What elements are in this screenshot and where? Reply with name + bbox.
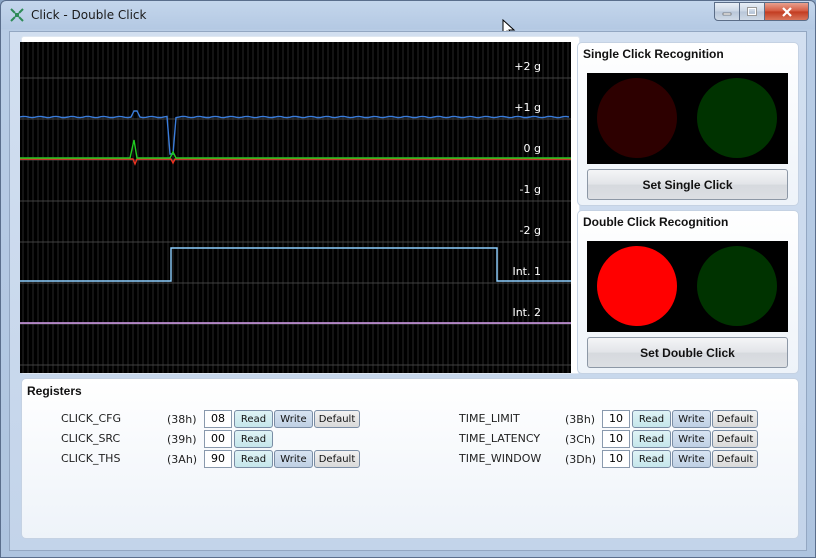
graph-canvas <box>20 42 571 373</box>
label-plus-1g: +1 g <box>514 101 541 114</box>
app-window: Click - Double Click +2 g +1 g 0 g -1 g … <box>0 0 816 558</box>
reg-name-click-cfg: CLICK_CFG <box>61 412 121 425</box>
double-click-panel: Double Click Recognition Set Double Clic… <box>577 210 799 374</box>
set-double-click-button[interactable]: Set Double Click <box>587 337 788 368</box>
default-button-time-latency[interactable]: Default <box>712 430 758 448</box>
double-click-led-green <box>697 246 777 326</box>
y-axis-trace <box>20 139 571 159</box>
write-button-time-latency[interactable]: Write <box>672 430 711 448</box>
client-area: +2 g +1 g 0 g -1 g -2 g Int. 1 Int. 2 Si… <box>9 31 807 551</box>
reg-value-time-window[interactable]: 10 <box>602 450 630 468</box>
reg-value-click-src[interactable]: 00 <box>204 430 232 448</box>
reg-name-time-window: TIME_WINDOW <box>459 452 542 465</box>
label-int2: Int. 2 <box>512 306 541 319</box>
int1-trace <box>20 247 571 282</box>
x-axis-trace <box>20 110 570 155</box>
write-button-time-limit[interactable]: Write <box>672 410 711 428</box>
reg-value-time-latency[interactable]: 10 <box>602 430 630 448</box>
write-button-click-ths[interactable]: Write <box>274 450 313 468</box>
double-click-led-box <box>587 241 788 332</box>
read-button-time-limit[interactable]: Read <box>632 410 671 428</box>
reg-value-time-limit[interactable]: 10 <box>602 410 630 428</box>
label-plus-2g: +2 g <box>514 60 541 73</box>
read-button-click-ths[interactable]: Read <box>234 450 273 468</box>
reg-name-click-src: CLICK_SRC <box>61 432 121 445</box>
label-int1: Int. 1 <box>512 265 541 278</box>
write-button-time-window[interactable]: Write <box>672 450 711 468</box>
reg-addr-time-latency: (3Ch) <box>565 433 596 446</box>
single-click-title: Single Click Recognition <box>583 47 724 61</box>
reg-addr-click-cfg: (38h) <box>167 413 197 426</box>
maximize-button[interactable] <box>740 2 765 21</box>
acceleration-graph: +2 g +1 g 0 g -1 g -2 g Int. 1 Int. 2 <box>20 42 571 373</box>
title-bar[interactable]: Click - Double Click <box>1 1 815 31</box>
reg-value-click-cfg[interactable]: 08 <box>204 410 232 428</box>
single-click-led-green <box>697 78 777 158</box>
read-button-click-src[interactable]: Read <box>234 430 273 448</box>
reg-name-time-latency: TIME_LATENCY <box>459 432 541 445</box>
single-click-led-box <box>587 73 788 164</box>
app-icon <box>10 8 24 22</box>
registers-panel: Registers CLICK_CFG (38h) 08 Read Write … <box>21 378 799 539</box>
default-button-click-cfg[interactable]: Default <box>314 410 360 428</box>
default-button-time-limit[interactable]: Default <box>712 410 758 428</box>
reg-addr-click-src: (39h) <box>167 433 197 446</box>
registers-title: Registers <box>27 384 82 398</box>
write-button-click-cfg[interactable]: Write <box>274 410 313 428</box>
read-button-click-cfg[interactable]: Read <box>234 410 273 428</box>
default-button-time-window[interactable]: Default <box>712 450 758 468</box>
read-button-time-window[interactable]: Read <box>632 450 671 468</box>
reg-addr-click-ths: (3Ah) <box>167 453 198 466</box>
set-single-click-button[interactable]: Set Single Click <box>587 169 788 200</box>
label-minus-1g: -1 g <box>519 183 541 196</box>
default-button-click-ths[interactable]: Default <box>314 450 360 468</box>
close-icon <box>781 6 792 17</box>
minimize-icon <box>722 12 732 15</box>
close-button[interactable] <box>765 2 809 21</box>
maximize-icon <box>747 7 757 16</box>
double-click-title: Double Click Recognition <box>583 215 729 229</box>
label-0g: 0 g <box>523 142 541 155</box>
single-click-panel: Single Click Recognition Set Single Clic… <box>577 42 799 206</box>
reg-name-click-ths: CLICK_THS <box>61 452 121 465</box>
reg-value-click-ths[interactable]: 90 <box>204 450 232 468</box>
window-title: Click - Double Click <box>31 8 147 22</box>
label-minus-2g: -2 g <box>519 224 541 237</box>
single-click-led-red <box>597 78 677 158</box>
read-button-time-latency[interactable]: Read <box>632 430 671 448</box>
minimize-button[interactable] <box>714 2 740 21</box>
double-click-led-red <box>597 246 677 326</box>
reg-addr-time-limit: (3Bh) <box>565 413 596 426</box>
reg-name-time-limit: TIME_LIMIT <box>459 412 520 425</box>
reg-addr-time-window: (3Dh) <box>565 453 597 466</box>
